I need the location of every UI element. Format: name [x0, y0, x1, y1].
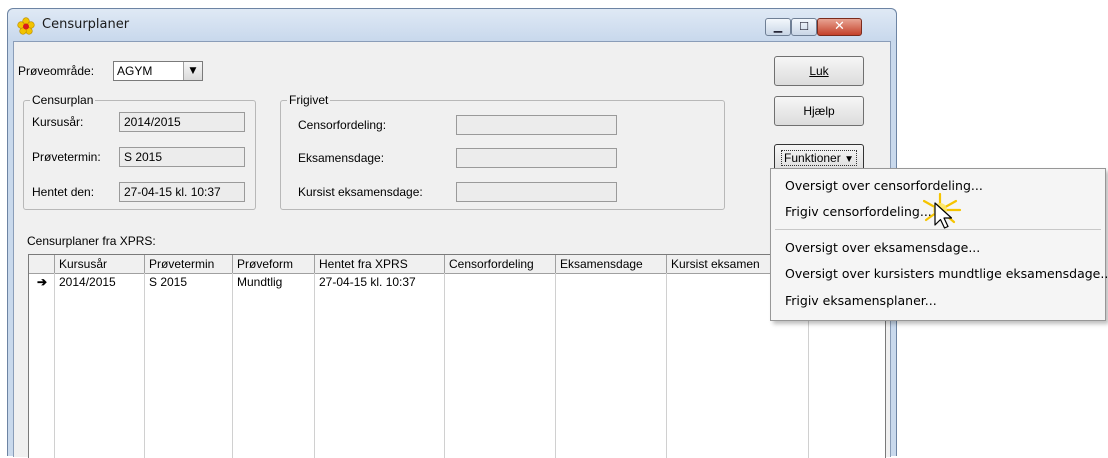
window-title: Censurplaner: [42, 17, 130, 32]
hjaelp-button[interactable]: Hjælp: [774, 96, 864, 126]
maximize-icon: ☐: [799, 20, 809, 33]
censurplaner-window: Censurplaner ▁ ☐ ✕ Prøveområde: AGYM ▼ C…: [7, 8, 897, 458]
table-cell[interactable]: [556, 274, 560, 290]
kursusaar-field: 2014/2015: [119, 112, 245, 132]
provearea-label: Prøveområde:: [18, 64, 95, 78]
eksamensdage-field: [456, 148, 617, 168]
grid-column-header[interactable]: Kursusår: [55, 255, 145, 273]
frigivet-group: Frigivet Censorfordeling: Eksamensdage: …: [280, 93, 725, 210]
grid-indicator-header: [29, 255, 55, 273]
current-row-arrow-icon: ➔: [37, 275, 48, 289]
table-cell[interactable]: [667, 274, 671, 290]
table-cell[interactable]: Mundtlig: [233, 274, 282, 290]
table-cell[interactable]: [445, 274, 449, 290]
menu-item-oversigt-eksamensdage[interactable]: Oversigt over eksamensdage...: [785, 240, 980, 255]
grid-column-header[interactable]: Prøvetermin: [145, 255, 233, 273]
client-area: Prøveområde: AGYM ▼ Censurplan Kursusår:…: [13, 41, 891, 458]
grid-column-header[interactable]: Hentet fra XPRS: [315, 255, 445, 273]
provearea-value: AGYM: [117, 64, 153, 78]
kursist-eksamensdage-field: [456, 182, 617, 202]
close-button[interactable]: ✕: [817, 18, 862, 36]
funktioner-menu: Oversigt over censorfordeling... Frigiv …: [770, 168, 1108, 321]
table-cell[interactable]: S 2015: [145, 274, 187, 290]
grid-caption: Censurplaner fra XPRS:: [27, 234, 156, 248]
kursist-eksamensdage-label: Kursist eksamensdage:: [298, 185, 423, 199]
grid-column-divider: [666, 273, 667, 458]
censurplaner-grid[interactable]: Kursusår Prøvetermin Prøveform Hentet fra X…: [28, 254, 886, 458]
flower-icon: [17, 17, 35, 35]
kursusaar-label: Kursusår:: [32, 115, 84, 129]
title-bar[interactable]: Censurplaner ▁ ☐ ✕: [8, 9, 896, 41]
grid-header: Kursusår Prøvetermin Prøveform Hentet fra X…: [29, 255, 885, 274]
grid-column-divider: [232, 273, 233, 458]
triangle-down-icon: ▼: [844, 154, 854, 165]
arrow-cursor-icon: [934, 202, 953, 229]
eksamensdage-label: Eksamensdage:: [298, 151, 385, 165]
menu-item-frigiv-eksamensplaner[interactable]: Frigiv eksamensplaner...: [785, 293, 937, 308]
funktioner-focus: Funktioner ▼: [781, 150, 857, 166]
provearea-select[interactable]: AGYM ▼: [113, 61, 203, 81]
provetermin-label: Prøvetermin:: [32, 150, 101, 164]
grid-column-header[interactable]: Prøveform: [233, 255, 315, 273]
minimize-icon: ▁: [773, 20, 783, 33]
table-cell[interactable]: 27-04-15 kl. 10:37: [315, 274, 416, 290]
grid-column-divider: [54, 273, 55, 458]
grid-column-divider: [555, 273, 556, 458]
minimize-button[interactable]: ▁: [765, 18, 791, 36]
close-icon: ✕: [834, 19, 845, 34]
grid-column-divider: [444, 273, 445, 458]
menu-item-frigiv-censorfordeling[interactable]: Frigiv censorfordeling...: [785, 204, 932, 219]
grid-column-divider: [314, 273, 315, 458]
hentet-label: Hentet den:: [32, 185, 95, 199]
luk-button-label: Luk: [809, 64, 829, 78]
censurplan-group: Censurplan Kursusår: 2014/2015 Prøveterm…: [23, 93, 256, 210]
table-cell[interactable]: 2014/2015: [55, 274, 116, 290]
menu-item-oversigt-kursisters-eksamensdage[interactable]: Oversigt over kursisters mundtlige eksam…: [785, 266, 1108, 281]
censorfordeling-label: Censorfordeling:: [298, 118, 387, 132]
censorfordeling-field: [456, 115, 617, 135]
censurplan-group-title: Censurplan: [30, 93, 96, 107]
grid-column-divider: [144, 273, 145, 458]
maximize-button[interactable]: ☐: [791, 18, 817, 36]
grid-column-header[interactable]: Censorfordeling: [445, 255, 556, 273]
grid-column-header[interactable]: Eksamensdage: [556, 255, 667, 273]
chevron-down-icon[interactable]: ▼: [183, 62, 202, 80]
funktioner-button-label: Funktioner: [784, 151, 841, 165]
hjaelp-button-label: Hjælp: [803, 104, 835, 118]
menu-item-oversigt-censorfordeling[interactable]: Oversigt over censorfordeling...: [785, 178, 983, 193]
provetermin-field: S 2015: [119, 147, 245, 167]
luk-button[interactable]: Luk: [774, 56, 864, 86]
hentet-field: 27-04-15 kl. 10:37: [119, 182, 245, 202]
frigivet-group-title: Frigivet: [287, 93, 331, 107]
